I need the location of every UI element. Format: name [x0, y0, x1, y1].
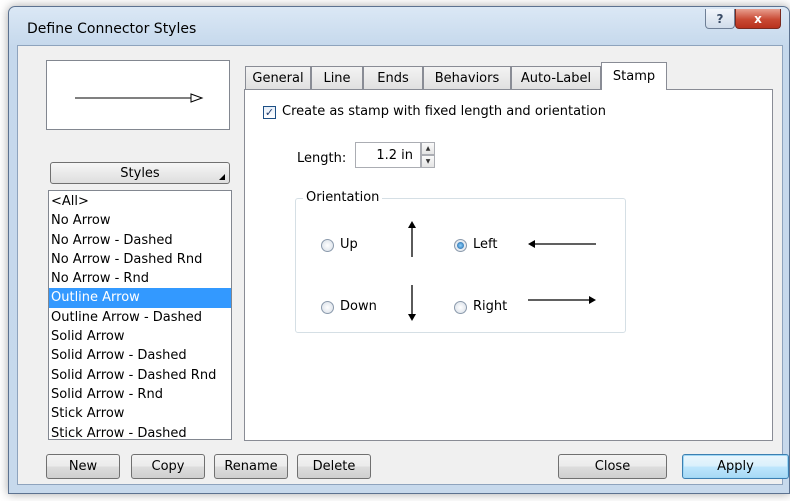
list-item-selected[interactable]: Outline Arrow — [49, 288, 231, 308]
close-window-button[interactable]: x — [735, 9, 781, 29]
length-input[interactable]: 1.2 in — [355, 142, 421, 168]
connector-preview — [46, 60, 230, 130]
tab-ends[interactable]: Ends — [363, 66, 423, 89]
apply-button[interactable]: Apply — [682, 454, 789, 479]
length-value: 1.2 in — [376, 147, 413, 163]
radio-up-label[interactable]: Up — [340, 237, 358, 252]
orientation-group: Orientation Up Left Down Right — [295, 190, 626, 333]
stamp-checkbox[interactable]: ✓ — [263, 106, 276, 119]
length-spinner[interactable]: ▲ ▼ — [421, 142, 435, 168]
dialog-window: Define Connector Styles ? x Styles <All>… — [8, 6, 790, 494]
radio-left[interactable] — [454, 239, 467, 252]
tab-stamp[interactable]: Stamp — [601, 62, 667, 90]
menu-corner-icon — [219, 174, 225, 180]
list-item[interactable]: Solid Arrow - Rnd — [49, 385, 231, 404]
arrow-right-outline-icon — [75, 93, 204, 103]
radio-right[interactable] — [454, 301, 467, 314]
list-item[interactable]: <All> — [49, 192, 231, 211]
arrow-left-icon — [528, 240, 596, 248]
styles-button-label: Styles — [120, 165, 160, 181]
window-title: Define Connector Styles — [27, 21, 197, 37]
list-item[interactable]: No Arrow - Rnd — [49, 269, 231, 288]
list-item[interactable]: No Arrow — [49, 211, 231, 230]
list-item[interactable]: Stick Arrow — [49, 404, 231, 423]
stamp-panel: ✓ Create as stamp with fixed length and … — [244, 89, 773, 441]
delete-button[interactable]: Delete — [297, 454, 371, 479]
list-item[interactable]: Solid Arrow - Dashed — [49, 346, 231, 365]
checkmark-icon: ✓ — [264, 106, 275, 119]
list-item[interactable]: No Arrow - Dashed — [49, 231, 231, 250]
spin-up-button[interactable]: ▲ — [421, 142, 435, 155]
copy-button[interactable]: Copy — [131, 454, 205, 479]
arrow-right-icon — [528, 296, 596, 304]
length-label: Length: — [297, 151, 347, 166]
orientation-label: Orientation — [303, 190, 383, 205]
spin-down-button[interactable]: ▼ — [421, 155, 435, 168]
list-item[interactable]: Outline Arrow - Dashed — [49, 308, 231, 327]
list-item[interactable]: Solid Arrow - Dashed Rnd — [49, 366, 231, 385]
help-icon: ? — [716, 11, 724, 26]
dialog-body: Styles <All> No Arrow No Arrow - Dashed … — [17, 45, 789, 485]
help-button[interactable]: ? — [705, 9, 735, 29]
close-button[interactable]: Close — [558, 454, 667, 479]
radio-down[interactable] — [321, 301, 334, 314]
style-list[interactable]: <All> No Arrow No Arrow - Dashed No Arro… — [48, 190, 232, 440]
tab-behaviors[interactable]: Behaviors — [423, 66, 511, 89]
arrow-up-icon — [408, 221, 416, 257]
list-item[interactable]: No Arrow - Dashed Rnd — [49, 250, 231, 269]
tab-line[interactable]: Line — [311, 66, 363, 89]
arrow-down-icon — [408, 285, 416, 321]
radio-right-label[interactable]: Right — [473, 299, 507, 314]
radio-up[interactable] — [321, 239, 334, 252]
tab-auto-label[interactable]: Auto-Label — [511, 66, 601, 89]
close-icon: x — [754, 11, 762, 26]
new-button[interactable]: New — [46, 454, 120, 479]
stamp-checkbox-label[interactable]: Create as stamp with fixed length and or… — [282, 104, 606, 119]
radio-left-label[interactable]: Left — [473, 237, 497, 252]
styles-menu-button[interactable]: Styles — [50, 162, 230, 184]
list-item[interactable]: Solid Arrow — [49, 327, 231, 346]
rename-button[interactable]: Rename — [214, 454, 288, 479]
tab-general[interactable]: General — [245, 66, 311, 89]
radio-down-label[interactable]: Down — [340, 299, 377, 314]
list-item[interactable]: Stick Arrow - Dashed — [49, 424, 231, 439]
